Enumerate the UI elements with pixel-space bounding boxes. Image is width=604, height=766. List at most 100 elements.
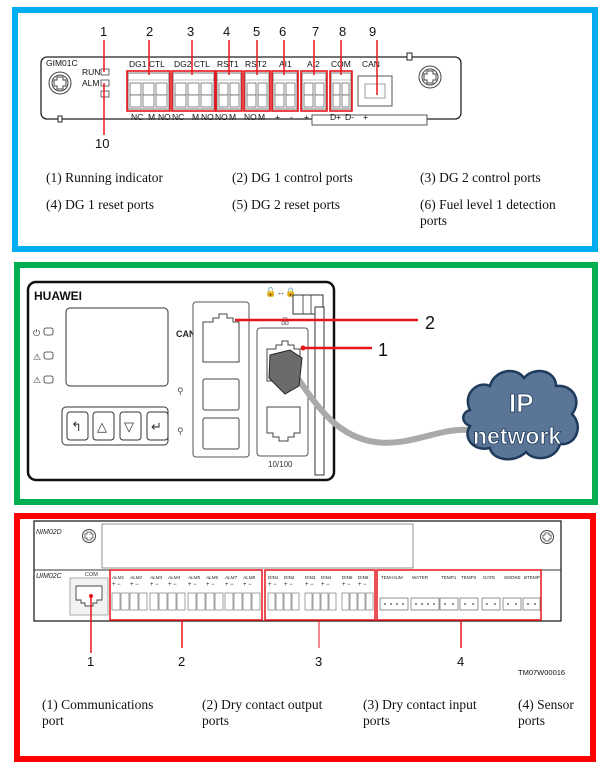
up-triangle-icon: △ <box>97 419 107 434</box>
blank-panel <box>101 523 414 569</box>
pin-label: NO <box>244 112 257 122</box>
pin-label: NO <box>201 112 214 122</box>
polarity-label: + − <box>321 582 330 588</box>
polarity-label: + − <box>305 582 314 588</box>
up-button[interactable]: △ <box>92 411 115 441</box>
usb-icon: ⚲ <box>177 426 184 436</box>
nim02d-label: NIM02D <box>36 529 62 536</box>
lock-unlock-icon: 🔓↔🔒 <box>265 286 296 297</box>
dry-input-label: DIN5 <box>342 575 353 580</box>
caption-dry-contact-input: (3) Dry contact input ports <box>363 697 477 728</box>
module-name-label: GIM01C <box>46 58 78 68</box>
callout-number-4: 4 <box>457 654 464 669</box>
callout-number-3: 3 <box>187 24 194 39</box>
caption-sensor-ports: (4) Sensor ports <box>518 697 574 728</box>
spare-led <box>100 90 110 98</box>
figure-id: TM07W00016 <box>518 668 565 677</box>
terminal-block <box>172 72 215 110</box>
power-icon: ⏻ <box>33 328 40 338</box>
callout-number-5: 5 <box>253 24 260 39</box>
callout-number-8: 8 <box>339 24 346 39</box>
dry-input-label: DIN1 <box>268 575 279 580</box>
com-label: COM <box>85 572 98 578</box>
lcd-screen <box>65 307 169 387</box>
callout-number-1: 1 <box>378 340 388 360</box>
alarm-output-label: ALM5 <box>187 575 200 580</box>
terminal-block <box>216 72 242 110</box>
caption-dg2-control: (3) DG 2 control ports <box>420 170 541 185</box>
terminal-block <box>301 72 327 110</box>
pin-label: M <box>192 112 199 122</box>
polarity-label: + − <box>358 582 367 588</box>
polarity-label: + − <box>188 582 197 588</box>
screw-icon <box>418 65 442 89</box>
enter-arrow-icon: ↵ <box>151 419 162 434</box>
dry-input-label: DIN4 <box>321 575 332 580</box>
enter-button[interactable]: ↵ <box>146 411 169 441</box>
sensor-port <box>439 597 459 611</box>
dry-input-label: DIN2 <box>284 575 295 580</box>
alarm-output-label: ALM1 <box>111 575 124 580</box>
port-label-ai1: AI1 <box>279 59 292 69</box>
pin-label: NO <box>215 112 228 122</box>
sensor-port <box>481 597 501 611</box>
caption-dg2-reset: (5) DG 2 reset ports <box>232 197 340 212</box>
down-button[interactable]: ▽ <box>119 411 142 441</box>
pin-label: M <box>229 112 236 122</box>
pin-label: D+ <box>330 112 341 122</box>
terminal-block <box>330 72 352 110</box>
alarm-output-label: ALM6 <box>205 575 218 580</box>
alarm-output-label: ALM8 <box>242 575 255 580</box>
pin-label: + <box>304 112 309 122</box>
callout-number-3: 3 <box>315 654 322 669</box>
callout-number-2: 2 <box>425 313 435 333</box>
port-label-dg1: DG1 CTL <box>129 59 165 69</box>
pin-label: D- <box>345 112 354 122</box>
screw-icon <box>82 529 96 543</box>
minor-alarm-icon: ⚠ <box>33 352 41 362</box>
sensor-port-label: SMOKE <box>504 575 521 580</box>
callout-number-2: 2 <box>146 24 153 39</box>
sensor-port <box>522 597 541 611</box>
polarity-label: + − <box>168 582 177 588</box>
alarm-output-label: ALM3 <box>149 575 162 580</box>
pin-label: NC <box>131 112 143 122</box>
usb-port <box>202 417 240 450</box>
alm-led <box>100 79 110 87</box>
terminal-block <box>272 72 298 110</box>
callout-number-9: 9 <box>369 24 376 39</box>
callout-number-10: 10 <box>95 136 109 151</box>
polarity-label: + − <box>225 582 234 588</box>
screw-icon <box>540 530 554 544</box>
pin-label: NC <box>172 112 184 122</box>
down-triangle-icon: ▽ <box>124 419 134 434</box>
pin-label: NO <box>158 112 171 122</box>
callout-number-4: 4 <box>223 24 230 39</box>
dry-input-label: DIN3 <box>305 575 316 580</box>
pin-label: - <box>290 112 293 122</box>
callout-number-2: 2 <box>178 654 185 669</box>
dry-input-label: DIN6 <box>358 575 369 580</box>
callout-number-7: 7 <box>312 24 319 39</box>
back-arrow-icon: ↰ <box>71 419 82 434</box>
sensor-port-label: TEMP1 <box>441 575 457 580</box>
port-label-rst2: RST2 <box>245 59 267 69</box>
callout-number-6: 6 <box>279 24 286 39</box>
caption-communications-port: (1) Communications port <box>42 697 154 728</box>
uim02c-label: UIM02C <box>36 573 63 580</box>
major-alarm-icon: ⚠ <box>33 375 41 385</box>
alarm-output-label: ALM7 <box>224 575 237 580</box>
side-rail <box>314 306 325 476</box>
minor-alarm-led <box>43 351 54 360</box>
smu-network-drawing: HUAWEI ⏻ ⚠ ⚠ ↰ △ ▽ ↵ CAN ⚲ ⚲ 品 10/100 🔓↔… <box>26 280 579 482</box>
power-led <box>43 327 54 336</box>
led-label-run: RUN <box>82 67 100 77</box>
caption-dg1-control: (2) DG 1 control ports <box>232 170 353 185</box>
sensor-port-label: GATE <box>483 575 495 580</box>
terminal-block <box>127 72 170 110</box>
back-button[interactable]: ↰ <box>66 411 89 441</box>
alarm-output-label: ALM2 <box>129 575 142 580</box>
gim01c-module-drawing: GIM01C RUN ALM DG1 CTL DG2 CTL RST1 RST2… <box>40 24 462 151</box>
run-led <box>100 68 110 76</box>
callout-number-1: 1 <box>100 24 107 39</box>
